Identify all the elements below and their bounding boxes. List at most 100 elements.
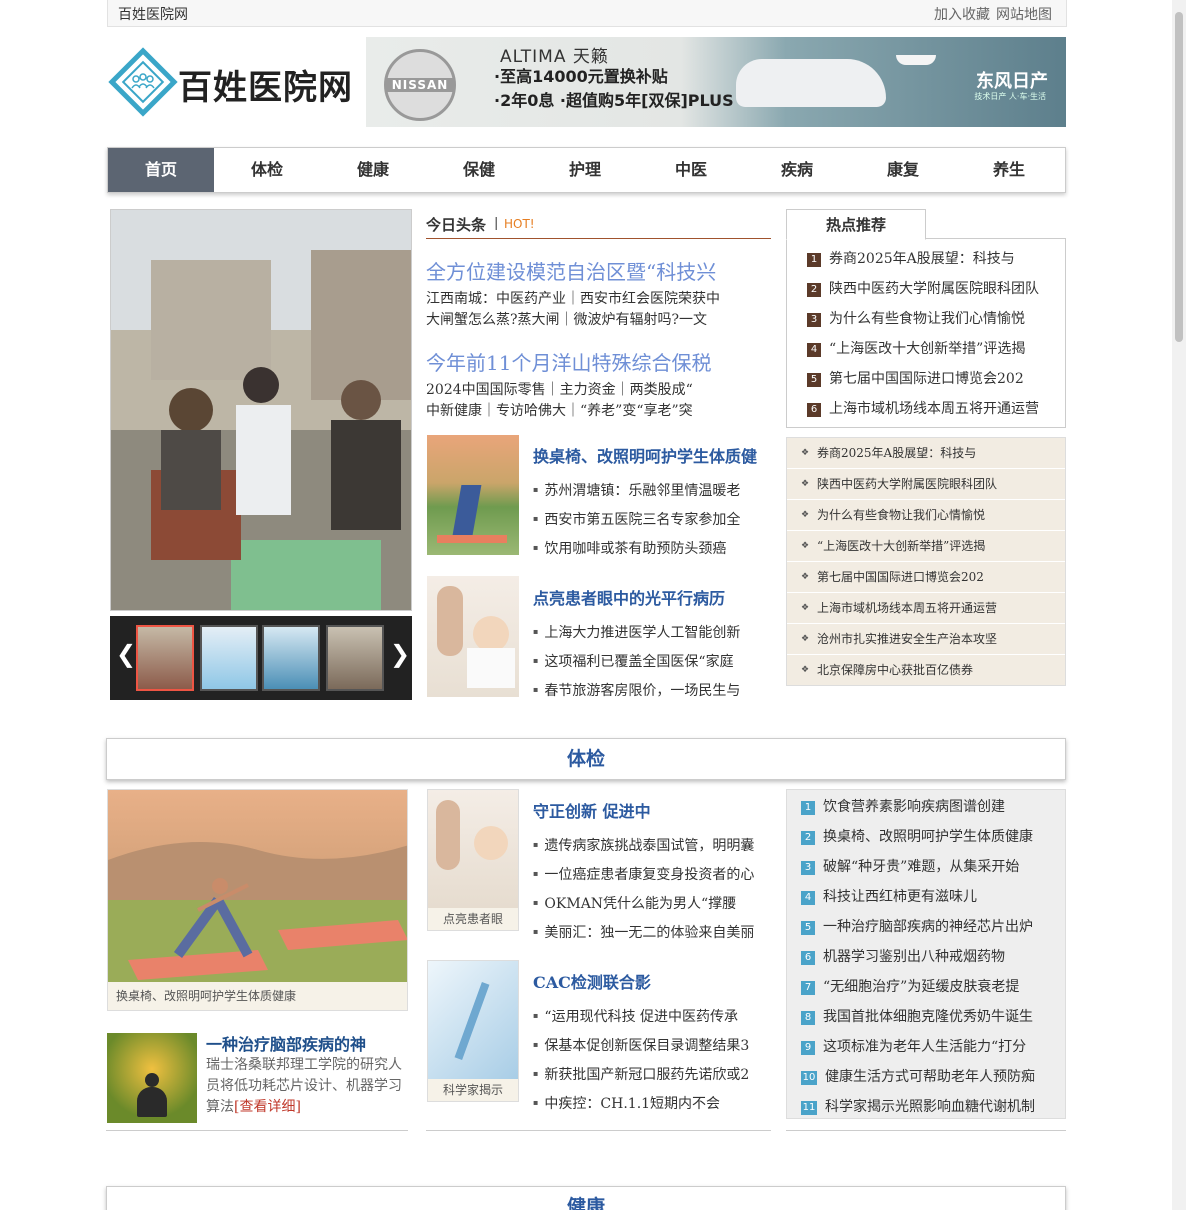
mid-2-caption: 科学家揭示 [428, 1079, 518, 1101]
mid-1-item-2[interactable]: 一位癌症患者康复变身投资者的心 [533, 864, 771, 884]
add-favorite-link[interactable]: 加入收藏 [934, 7, 990, 23]
nav-item-nursing[interactable]: 护理 [532, 148, 638, 192]
article-2-item-1[interactable]: 上海大力推进医学人工智能创新 [533, 622, 771, 642]
ranked-item-text: 饮食营养素影响疾病图谱创建 [823, 799, 1005, 815]
ranked-item[interactable]: 6 机器学习鉴别出八种戒烟药物 [801, 946, 1005, 966]
nav-item-wellness[interactable]: 养生 [956, 148, 1062, 192]
hot-item-2[interactable]: 2 陕西中医药大学附属医院眼科团队 [807, 278, 1039, 298]
rank-badge: 7 [801, 981, 815, 995]
headline-1-links-1[interactable]: 江西南城：中医药产业｜西安市红会医院荣获中 [426, 288, 771, 308]
small-article-image[interactable] [107, 1033, 197, 1123]
mid-2-item-3[interactable]: 新获批国产新冠口服药先诺欣或2 [533, 1064, 771, 1084]
hot-recommend-tab[interactable]: 热点推荐 [786, 209, 926, 240]
divider [426, 1130, 771, 1131]
banner-ad[interactable]: NISSAN ALTIMA 天籁 ·至高14000元置换补贴 ·2年0息 ·超值… [366, 37, 1066, 127]
ranked-item[interactable]: 1 饮食营养素影响疾病图谱创建 [801, 796, 1005, 816]
chevron-left-icon[interactable]: ❮ [116, 640, 136, 668]
headline-1-title[interactable]: 全方位建设模范自治区暨“科技兴 [426, 256, 771, 285]
slider-thumb-2[interactable] [200, 625, 258, 691]
article-1-item-2[interactable]: 西安市第五医院三名专家参加全 [533, 509, 771, 529]
rank-badge: 4 [801, 891, 815, 905]
article-2-image[interactable] [427, 576, 519, 697]
nav-item-checkup[interactable]: 体检 [214, 148, 320, 192]
rank-badge: 9 [801, 1041, 815, 1055]
news-list-item[interactable]: 上海市域机场线本周五将开通运营 [787, 593, 1065, 624]
headline-2-title[interactable]: 今年前11个月洋山特殊综合保税 [426, 347, 771, 376]
nav-item-home[interactable]: 首页 [108, 148, 214, 192]
logo-text[interactable]: 百姓医院网 [178, 60, 353, 109]
ranked-item[interactable]: 4 科技让西红柿更有滋味儿 [801, 886, 977, 906]
section-health-header[interactable]: 健康 [106, 1186, 1066, 1210]
headline-2-links-1[interactable]: 2024中国国际零售｜主力资金｜两类股成“ [426, 379, 771, 399]
news-list-item[interactable]: 陕西中医药大学附属医院眼科团队 [787, 469, 1065, 500]
view-detail-link[interactable]: [查看详细] [234, 1099, 301, 1115]
news-list-item[interactable]: 沧州市扎实推进安全生产治本攻坚 [787, 624, 1065, 655]
headline-2-links-2[interactable]: 中新健康｜专访哈佛大｜“养老”变“享老”突 [426, 400, 771, 420]
section-checkup-header[interactable]: 体检 [106, 738, 1066, 780]
hot-badge: HOT! [504, 217, 535, 231]
article-1-item-3[interactable]: 饮用咖啡或茶有助预防头颈癌 [533, 538, 771, 558]
nav-item-disease[interactable]: 疾病 [744, 148, 850, 192]
news-list-item[interactable]: 为什么有些食物让我们心情愉悦 [787, 500, 1065, 531]
hot-item-1[interactable]: 1 券商2025年A股展望：科技与 [807, 248, 1015, 268]
hot-item-3-text: 为什么有些食物让我们心情愉悦 [829, 311, 1025, 327]
ranked-item[interactable]: 9 这项标准为老年人生活能力“打分 [801, 1036, 1026, 1056]
nissan-logo-text: NISSAN [387, 78, 453, 92]
banner-brand: 东风日产 [976, 71, 1048, 92]
article-2-item-3[interactable]: 春节旅游客房限价，一场民生与 [533, 680, 771, 700]
hot-item-4[interactable]: 4 “上海医改十大创新举措”评选揭 [807, 338, 1025, 358]
slider-thumb-3[interactable] [262, 625, 320, 691]
hot-item-2-text: 陕西中医药大学附属医院眼科团队 [829, 281, 1039, 297]
article-1-item-1[interactable]: 苏州渭塘镇：乐融邻里情温暖老 [533, 480, 771, 500]
rank-3-badge: 3 [807, 313, 821, 327]
news-list-item[interactable]: 券商2025年A股展望：科技与 [787, 438, 1065, 469]
mid-1-item-1[interactable]: 遗传病家族挑战泰国试管，明明囊 [533, 835, 771, 855]
article-1-image[interactable] [427, 435, 519, 555]
ranked-item[interactable]: 3 破解“种牙贵”难题，从集采开始 [801, 856, 1019, 876]
ranked-item-text: 这项标准为老年人生活能力“打分 [823, 1039, 1027, 1055]
slider-thumb-4[interactable] [326, 625, 384, 691]
slider-image[interactable] [110, 209, 412, 611]
ranked-item[interactable]: 10 健康生活方式可帮助老年人预防痴 [801, 1066, 1035, 1086]
headline-1-links-2[interactable]: 大闸蟹怎么蒸?蒸大闸｜微波炉有辐射吗?一文 [426, 309, 771, 329]
page-scrollbar[interactable] [1172, 0, 1186, 1210]
news-list: 券商2025年A股展望：科技与 陕西中医药大学附属医院眼科团队 为什么有些食物让… [786, 437, 1066, 686]
article-2-item-2[interactable]: 这项福利已覆盖全国医保“家庭 [533, 651, 771, 671]
yoga-photo [108, 790, 407, 982]
mid-2-title[interactable]: CAC检测联合影 [533, 969, 651, 993]
mid-1-image[interactable]: 点亮患者眼 [427, 789, 519, 931]
mid-1-title[interactable]: 守正创新 促进中 [533, 798, 651, 822]
hot-item-6[interactable]: 6 上海市域机场线本周五将开通运营 [807, 398, 1039, 418]
rank-4-badge: 4 [807, 343, 821, 357]
feature-caption[interactable]: 换桌椅、改照明呵护学生体质健康 [108, 982, 407, 1010]
nav-item-health[interactable]: 健康 [320, 148, 426, 192]
news-list-item[interactable]: “上海医改十大创新举措”评选揭 [787, 531, 1065, 562]
nav-item-tcm[interactable]: 中医 [638, 148, 744, 192]
sitemap-link[interactable]: 网站地图 [996, 7, 1052, 23]
news-list-item[interactable]: 北京保障房中心获批百亿债券 [787, 655, 1065, 686]
mid-2-item-4[interactable]: 中疾控：CH.1.1短期内不会 [533, 1093, 771, 1113]
feature-image[interactable]: 换桌椅、改照明呵护学生体质健康 [107, 789, 408, 1011]
scrollbar-thumb[interactable] [1175, 12, 1183, 342]
headlines-tab[interactable]: 今日头条 [426, 214, 486, 235]
article-1-title[interactable]: 换桌椅、改照明呵护学生体质健 [533, 443, 757, 467]
ranked-item[interactable]: 11 科学家揭示光照影响血糖代谢机制 [801, 1096, 1035, 1116]
chevron-right-icon[interactable]: ❯ [390, 640, 410, 668]
mid-2-item-1[interactable]: “运用现代科技 促进中医药传承 [533, 1006, 771, 1026]
mid-1-item-4[interactable]: 美丽汇：独一无二的体验来自美丽 [533, 922, 771, 942]
news-list-item[interactable]: 第七届中国国际进口博览会202 [787, 562, 1065, 593]
mid-2-image[interactable]: 科学家揭示 [427, 960, 519, 1102]
hot-item-3[interactable]: 3 为什么有些食物让我们心情愉悦 [807, 308, 1025, 328]
slider-thumb-1[interactable] [136, 625, 194, 691]
small-article-title[interactable]: 一种治疗脑部疾病的神 [206, 1031, 366, 1055]
nav-item-care[interactable]: 保健 [426, 148, 532, 192]
hot-item-5[interactable]: 5 第七届中国国际进口博览会202 [807, 368, 1024, 388]
nav-item-rehab[interactable]: 康复 [850, 148, 956, 192]
ranked-item[interactable]: 2 换桌椅、改照明呵护学生体质健康 [801, 826, 1033, 846]
ranked-item[interactable]: 8 我国首批体细胞克隆优秀奶牛诞生 [801, 1006, 1033, 1026]
ranked-item[interactable]: 7 “无细胞治疗”为延缓皮肤衰老提 [801, 976, 1019, 996]
ranked-item[interactable]: 5 一种治疗脑部疾病的神经芯片出炉 [801, 916, 1033, 936]
mid-1-item-3[interactable]: OKMAN凭什么能为男人“撑腰 [533, 893, 771, 913]
article-2-title[interactable]: 点亮患者眼中的光平行病历 [533, 585, 725, 609]
mid-2-item-2[interactable]: 保基本促创新医保目录调整结果3 [533, 1035, 771, 1055]
